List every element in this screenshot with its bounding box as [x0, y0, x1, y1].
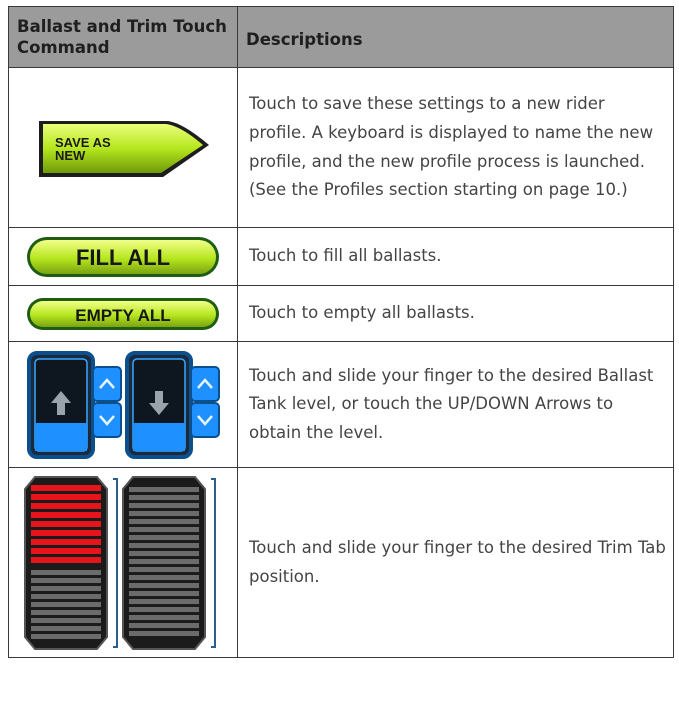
- table-row: Touch and slide your finger to the desir…: [8, 467, 674, 658]
- empty-all-label: EMPTY ALL: [75, 306, 170, 325]
- table-header-row: Ballast and Trim Touch Command Descripti…: [8, 6, 674, 68]
- empty-all-button[interactable]: EMPTY ALL: [25, 296, 221, 332]
- header-descriptions: Descriptions: [237, 6, 674, 68]
- description-text: Touch and slide your finger to the desir…: [249, 537, 666, 586]
- ballast-slider-up[interactable]: [27, 350, 122, 459]
- trim-tab-right[interactable]: [122, 475, 206, 650]
- down-arrow-icon[interactable]: [92, 401, 122, 438]
- description-text: Touch and slide your finger to the desir…: [249, 365, 654, 442]
- touch-command-table: Ballast and Trim Touch Command Descripti…: [8, 6, 674, 658]
- description-text: Touch to save these settings to a new ri…: [249, 94, 654, 200]
- fill-all-label: FILL ALL: [76, 245, 170, 270]
- fill-all-button[interactable]: FILL ALL: [25, 235, 221, 279]
- ballast-tank-level-slider-icon[interactable]: [23, 347, 223, 463]
- save-as-new-button[interactable]: SAVE AS NEW: [33, 113, 213, 183]
- up-arrow-icon[interactable]: [92, 365, 122, 402]
- description-text: Touch to empty all ballasts.: [249, 303, 475, 323]
- trim-tab-left[interactable]: [24, 475, 108, 650]
- table-row: FILL ALL Touch to fill all ballasts.: [8, 227, 674, 286]
- trim-tab-position-slider-icon[interactable]: [23, 475, 223, 651]
- up-arrow-icon[interactable]: [190, 365, 220, 402]
- table-row: Touch and slide your finger to the desir…: [8, 341, 674, 468]
- description-text: Touch to fill all ballasts.: [249, 246, 442, 266]
- ballast-slider-down[interactable]: [125, 350, 220, 459]
- new-label: NEW: [55, 148, 86, 163]
- header-command: Ballast and Trim Touch Command: [8, 6, 238, 68]
- down-arrow-icon[interactable]: [190, 401, 220, 438]
- table-row: EMPTY ALL Touch to empty all ballasts.: [8, 285, 674, 342]
- table-row: SAVE AS NEW Touch to save these settings…: [8, 67, 674, 228]
